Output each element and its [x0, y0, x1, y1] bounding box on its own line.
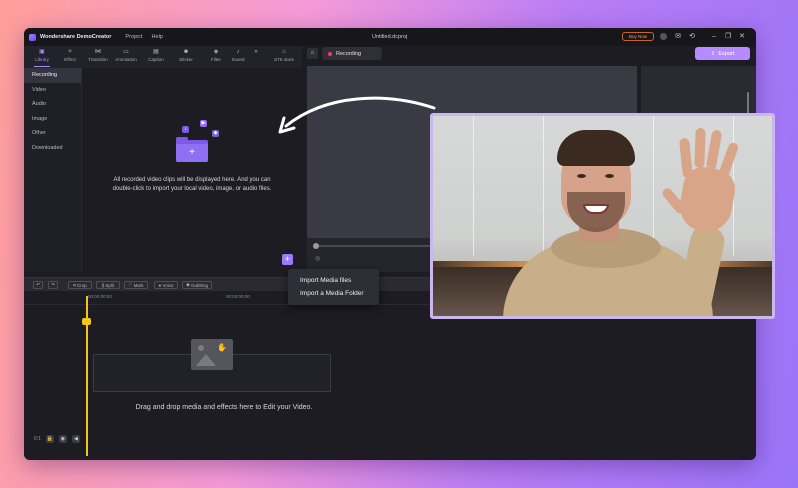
sound-icon: ♪: [236, 49, 240, 55]
support-icon[interactable]: ⟲: [688, 33, 696, 41]
sidebar-item-video[interactable]: Video: [24, 83, 81, 98]
dubbing-icon: ◉: [186, 282, 190, 287]
chevron-right-icon: »: [254, 49, 258, 55]
home-icon[interactable]: ⌂: [307, 48, 318, 59]
dubbing-button[interactable]: ◉ Dubbing: [182, 281, 212, 289]
annotation-icon: ▭: [123, 49, 129, 55]
buy-now-button[interactable]: Buy Now: [622, 32, 654, 41]
tab-sound[interactable]: ♪ Sound: [224, 48, 252, 66]
transition-icon: ⋈: [95, 49, 101, 55]
minimize-icon[interactable]: –: [710, 33, 718, 41]
sidebar-item-image[interactable]: Image: [24, 112, 81, 127]
track-controls: 0:1 🔒 ◉ ◀: [34, 435, 80, 443]
tab-annotation[interactable]: ▭ Annotation: [112, 48, 140, 66]
export-icon: ⇪: [710, 50, 716, 57]
sidebar-item-downloaded[interactable]: Downloaded: [24, 141, 81, 156]
playhead-handle[interactable]: [82, 318, 91, 325]
music-note-icon: ♪: [182, 126, 189, 133]
tab-stk-store[interactable]: ⌂ STK store: [268, 48, 300, 66]
import-menu: Import Media files Import a Media Folder: [288, 269, 379, 305]
resource-tabs: ▣ Library ✧ Effect ⋈ Transition ▭ Annotation…: [24, 46, 302, 68]
tab-transition[interactable]: ⋈ Transition: [84, 48, 112, 66]
menu-project[interactable]: Project: [125, 34, 142, 40]
split-button[interactable]: ⫼ Split: [96, 281, 120, 289]
media-placeholder-icon: ✋: [191, 339, 233, 370]
tab-effect[interactable]: ✧ Effect: [56, 48, 84, 66]
sidebar-item-recording[interactable]: Recording: [24, 68, 81, 83]
app-name: Wondershare DemoCreator: [40, 34, 112, 40]
snapshot-icon[interactable]: ◎: [315, 255, 320, 262]
visibility-icon[interactable]: ◉: [58, 435, 67, 443]
mail-icon[interactable]: ✉: [674, 33, 682, 41]
sidebar-item-audio[interactable]: Audio: [24, 97, 81, 112]
store-icon: ⌂: [282, 49, 286, 55]
scrubber-handle[interactable]: [313, 243, 319, 249]
app-logo-icon: [29, 33, 36, 41]
mark-icon: ♡: [128, 282, 133, 287]
zoom-label: 0:1: [34, 436, 41, 442]
menu-item-import-media-folder[interactable]: Import a Media Folder: [288, 287, 379, 300]
effect-icon: ✧: [67, 49, 73, 55]
sidebar-item-other[interactable]: Other: [24, 126, 81, 141]
timeline-drop-hint: Drag and drop media and effects here to …: [135, 404, 313, 411]
curved-arrow-icon: [278, 96, 436, 134]
more-tabs-button[interactable]: »: [250, 48, 262, 66]
library-empty-text: All recorded video clips will be display…: [112, 177, 272, 192]
recording-label: Recording: [336, 50, 362, 57]
lock-icon[interactable]: 🔒: [45, 435, 54, 443]
crop-icon: ⌗: [73, 282, 76, 288]
video-badge-icon: ▶: [200, 120, 207, 127]
record-dot-icon: [328, 51, 332, 56]
speaker-icon[interactable]: ◀: [71, 435, 80, 443]
account-icon[interactable]: [660, 33, 668, 41]
mic-icon: ●: [158, 282, 162, 288]
undo-icon[interactable]: ↶: [33, 281, 43, 289]
restore-icon[interactable]: ❐: [724, 33, 732, 41]
caption-icon: ▤: [153, 49, 159, 55]
close-icon[interactable]: ✕: [738, 33, 746, 41]
tab-library[interactable]: ▣ Library: [28, 48, 56, 67]
library-sidebar: Recording Video Audio Image Other Downlo…: [24, 68, 82, 272]
library-icon: ▣: [39, 49, 45, 55]
voice-button[interactable]: ● Voice: [154, 281, 178, 289]
crop-button[interactable]: ⌗ Crop: [68, 281, 92, 289]
sticker-icon: ☻: [182, 49, 190, 55]
project-filename: Untitled.dcproj: [372, 34, 408, 40]
import-add-button[interactable]: +: [282, 254, 293, 265]
menu-help[interactable]: Help: [152, 34, 163, 40]
empty-folder-icon: +: [176, 136, 208, 162]
redo-icon[interactable]: ↷: [48, 281, 58, 289]
ruler-tick: 00:00:00:00: [88, 294, 112, 299]
split-icon: ⫼: [101, 282, 105, 288]
menu-item-import-media-files[interactable]: Import Media files: [288, 274, 379, 287]
tab-sticker[interactable]: ☻ Sticker: [172, 48, 200, 66]
image-badge-icon: ◆: [212, 130, 219, 137]
library-panel[interactable]: + ♪ ▶ ◆ All recorded video clips will be…: [82, 68, 302, 272]
tab-caption[interactable]: ▤ Caption: [142, 48, 170, 66]
export-button[interactable]: ⇪ Export: [695, 47, 750, 60]
ruler-tick: 00:00:00:00: [226, 294, 250, 299]
recording-chip[interactable]: Recording: [322, 47, 382, 60]
mark-button[interactable]: ♡ Mark: [124, 281, 148, 289]
webcam-overlay[interactable]: [430, 113, 775, 319]
